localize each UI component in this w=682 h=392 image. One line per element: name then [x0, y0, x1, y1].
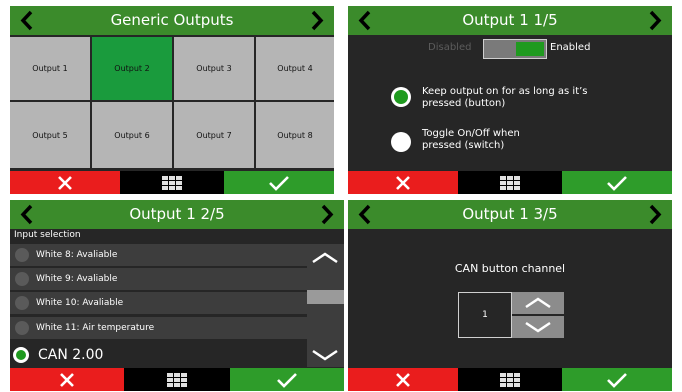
radio-selected-icon: [13, 347, 29, 363]
option-button-radio[interactable]: [391, 87, 411, 107]
check-icon: [269, 175, 289, 191]
channel-value-field[interactable]: 1: [458, 292, 512, 338]
cancel-button[interactable]: [348, 368, 459, 391]
chevron-left-icon[interactable]: [20, 10, 34, 31]
menu-button[interactable]: [458, 171, 562, 194]
menu-button[interactable]: [123, 368, 231, 391]
chevron-down-icon: [525, 321, 551, 333]
check-icon: [607, 372, 627, 388]
check-icon: [607, 175, 627, 191]
decrement-button[interactable]: [512, 316, 564, 338]
output-3-cell[interactable]: Output 3: [174, 37, 254, 100]
output-4-cell[interactable]: Output 4: [256, 37, 334, 100]
header: Output 1 3/5: [348, 200, 672, 229]
x-icon: [396, 372, 410, 387]
confirm-button[interactable]: [223, 171, 334, 194]
list-item[interactable]: White 9: Avaliable: [10, 268, 308, 290]
header: Generic Outputs: [10, 6, 334, 35]
chevron-left-icon[interactable]: [20, 204, 34, 225]
increment-button[interactable]: [512, 292, 564, 314]
radio-icon: [15, 296, 29, 310]
header: Output 1 1/5: [348, 6, 672, 35]
radio-icon: [15, 321, 29, 335]
grid-icon: [499, 372, 520, 387]
list-item[interactable]: White 11: Air temperature: [10, 317, 308, 339]
selected-list-item[interactable]: CAN 2.00: [10, 343, 308, 367]
chevron-right-icon[interactable]: [320, 204, 334, 225]
list-item[interactable]: White 10: Avaliable: [10, 292, 308, 314]
selected-item-label: CAN 2.00: [38, 347, 104, 363]
output-1-cell[interactable]: Output 1: [10, 37, 90, 100]
generic-outputs-screen: Generic Outputs Output 1 Output 2 Output…: [10, 6, 334, 194]
output-8-cell[interactable]: Output 8: [256, 102, 334, 168]
chevron-up-icon[interactable]: [307, 247, 344, 267]
chevron-left-icon[interactable]: [358, 10, 372, 31]
chevron-right-icon[interactable]: [648, 10, 662, 31]
grid-icon: [499, 175, 520, 190]
header: Output 1 2/5: [10, 200, 344, 229]
toggle-knob: [516, 42, 544, 56]
confirm-button[interactable]: [230, 368, 344, 391]
section-label: Input selection: [14, 230, 81, 240]
chevron-right-icon[interactable]: [310, 10, 324, 31]
chevron-right-icon[interactable]: [648, 204, 662, 225]
x-icon: [396, 175, 410, 190]
output-6-cell[interactable]: Output 6: [92, 102, 172, 168]
confirm-button[interactable]: [561, 368, 672, 391]
list-item[interactable]: White 8: Avaliable: [10, 244, 308, 266]
can-channel-label: CAN button channel: [454, 262, 566, 275]
grid-icon: [166, 372, 187, 387]
grid-icon: [161, 175, 182, 190]
chevron-down-icon[interactable]: [307, 344, 344, 364]
output-config-step1-screen: Output 1 1/5 Disabled Enabled Keep outpu…: [348, 6, 672, 194]
confirm-button[interactable]: [561, 171, 672, 194]
output-config-step2-screen: Output 1 2/5 Input selection White 8: Av…: [10, 200, 344, 391]
footer-bar: [10, 171, 334, 194]
menu-button[interactable]: [458, 368, 562, 391]
option-button-label: Keep output on for as long as it’s press…: [422, 86, 588, 109]
footer-bar: [348, 171, 672, 194]
output-2-cell[interactable]: Output 2: [92, 37, 172, 100]
footer-bar: [10, 368, 344, 391]
chevron-up-icon: [525, 297, 551, 309]
scroll-thumb[interactable]: [307, 290, 344, 304]
option-switch-label: Toggle On/Off when pressed (switch): [422, 128, 520, 151]
menu-button[interactable]: [120, 171, 224, 194]
channel-value: 1: [482, 310, 488, 320]
enable-toggle[interactable]: [483, 39, 547, 59]
x-icon: [58, 175, 72, 190]
screen-title: Output 1 2/5: [129, 205, 225, 223]
radio-icon: [15, 272, 29, 286]
channel-stepper: [512, 292, 564, 338]
chevron-left-icon[interactable]: [358, 204, 372, 225]
check-icon: [277, 372, 298, 388]
x-icon: [59, 372, 74, 387]
radio-icon: [15, 248, 29, 262]
footer-bar: [348, 368, 672, 391]
cancel-button[interactable]: [10, 368, 124, 391]
output-7-cell[interactable]: Output 7: [174, 102, 254, 168]
disabled-label: Disabled: [428, 42, 472, 53]
output-config-step3-screen: Output 1 3/5 CAN button channel 1: [348, 200, 672, 391]
screen-title: Output 1 3/5: [462, 205, 558, 223]
cancel-button[interactable]: [348, 171, 459, 194]
scrollbar[interactable]: [307, 244, 344, 367]
screen-title: Output 1 1/5: [462, 11, 558, 29]
enabled-label: Enabled: [550, 42, 591, 53]
output-5-cell[interactable]: Output 5: [10, 102, 90, 168]
option-switch-radio[interactable]: [391, 132, 411, 152]
screen-title: Generic Outputs: [110, 11, 234, 29]
cancel-button[interactable]: [10, 171, 121, 194]
